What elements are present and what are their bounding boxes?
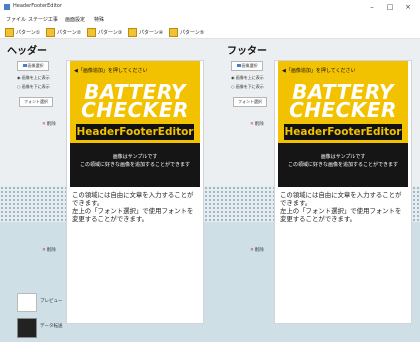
- radio-label: 画像を下に表示: [235, 84, 264, 89]
- pattern-2-button[interactable]: パターン②: [46, 27, 81, 37]
- header-font-select-button[interactable]: フォント選択: [19, 97, 53, 107]
- footer-delete-bottom[interactable]: ✕削除: [250, 247, 264, 253]
- menu-file[interactable]: ファイル: [6, 14, 26, 26]
- header-delete-top[interactable]: ✕削除: [42, 121, 56, 127]
- footer-body-text[interactable]: この領域には自由に文章を入力することができます。 左上の「フォント選択」で使用フ…: [280, 191, 406, 223]
- header-radio-bottom[interactable]: ○ 画像を下に表示: [17, 84, 50, 90]
- header-section-title: ヘッダー: [7, 46, 47, 57]
- delete-icon: ✕: [42, 248, 46, 253]
- pattern-label: パターン①: [16, 29, 41, 36]
- pattern-toolbar: パターン① パターン② パターン③ パターン④ パターン⑤: [0, 26, 420, 39]
- menu-stage[interactable]: ステージ工事: [28, 14, 58, 26]
- radio-label: 画像を上に表示: [235, 75, 264, 80]
- footer-font-select-button[interactable]: フォント選択: [233, 97, 267, 107]
- title-bar: HeaderFooterEditor – □ ×: [0, 0, 420, 14]
- delete-label: 削除: [46, 248, 56, 253]
- image-icon: [22, 64, 27, 67]
- pattern-icon: [46, 27, 55, 37]
- app-name-banner: HeaderFooterEditor: [76, 124, 194, 140]
- preview-button-label[interactable]: プレビュー: [40, 298, 63, 304]
- window-title: HeaderFooterEditor: [13, 3, 62, 9]
- footer-preview: ◀「画像追加」を押してください BATTERY CHECKER HeaderFo…: [274, 60, 412, 324]
- image-icon: [236, 64, 241, 67]
- header-radio-top[interactable]: ◉ 画像を上に表示: [17, 75, 50, 81]
- add-image-hint: ◀「画像追加」を押してください: [74, 68, 148, 74]
- delete-label: 削除: [254, 248, 264, 253]
- pattern-5-button[interactable]: パターン⑤: [169, 27, 204, 37]
- delete-icon: ✕: [42, 122, 46, 127]
- sample-caption-1: 画像はサンプルです: [320, 154, 366, 160]
- close-button[interactable]: ×: [402, 1, 414, 13]
- sample-caption-2: この領域に好きな画像を追加することができます: [79, 162, 190, 168]
- data-transfer-label[interactable]: データ転送: [40, 323, 63, 329]
- pattern-label: パターン④: [139, 29, 164, 36]
- radio-label: 画像を下に表示: [21, 84, 50, 89]
- pattern-4-button[interactable]: パターン④: [128, 27, 163, 37]
- checker-title: CHECKER: [289, 98, 397, 122]
- pattern-icon: [169, 27, 178, 37]
- delete-icon: ✕: [250, 122, 254, 127]
- pattern-icon: [5, 27, 14, 37]
- pattern-label: パターン③: [98, 29, 123, 36]
- delete-label: 削除: [46, 122, 56, 127]
- pattern-icon: [87, 27, 96, 37]
- header-preview: ◀「画像追加」を押してください BATTERY CHECKER HeaderFo…: [66, 60, 204, 324]
- pattern-label: パターン⑤: [180, 29, 205, 36]
- header-image-select-button[interactable]: 画像選択: [17, 61, 49, 71]
- add-image-hint: ◀「画像追加」を押してください: [282, 68, 356, 74]
- checker-title: CHECKER: [81, 98, 189, 122]
- footer-sample-image[interactable]: ◀「画像追加」を押してください BATTERY CHECKER HeaderFo…: [278, 61, 408, 187]
- pattern-3-button[interactable]: パターン③: [87, 27, 122, 37]
- sample-caption-1: 画像はサンプルです: [112, 154, 158, 160]
- preview-thumbnail[interactable]: [17, 293, 37, 312]
- app-icon: [4, 4, 10, 10]
- menu-special[interactable]: 特殊: [94, 14, 104, 26]
- footer-delete-top[interactable]: ✕削除: [250, 121, 264, 127]
- radio-label: 画像を上に表示: [21, 75, 50, 80]
- minimize-button[interactable]: –: [366, 1, 378, 13]
- delete-icon: ✕: [250, 248, 254, 253]
- header-delete-bottom[interactable]: ✕削除: [42, 247, 56, 253]
- delete-label: 削除: [254, 122, 264, 127]
- footer-radio-top[interactable]: ◉ 画像を上に表示: [231, 75, 264, 81]
- button-label: 画像選択: [27, 63, 44, 68]
- header-body-text[interactable]: この領域には自由に文章を入力することができます。 左上の「フォント選択」で使用フ…: [72, 191, 198, 223]
- maximize-button[interactable]: □: [384, 1, 396, 13]
- app-name-banner: HeaderFooterEditor: [284, 124, 402, 140]
- footer-radio-bottom[interactable]: ○ 画像を下に表示: [231, 84, 264, 90]
- sample-caption-2: この領域に好きな画像を追加することができます: [287, 162, 398, 168]
- pattern-icon: [128, 27, 137, 37]
- pattern-label: パターン②: [57, 29, 82, 36]
- button-label: 画像選択: [241, 63, 258, 68]
- menu-bar: ファイル ステージ工事 画面設定 特殊: [0, 14, 420, 26]
- data-transfer-icon[interactable]: [17, 318, 37, 338]
- footer-section-title: フッター: [227, 46, 267, 57]
- footer-image-select-button[interactable]: 画像選択: [231, 61, 263, 71]
- menu-display[interactable]: 画面設定: [65, 14, 85, 26]
- header-sample-image[interactable]: ◀「画像追加」を押してください BATTERY CHECKER HeaderFo…: [70, 61, 200, 187]
- pattern-1-button[interactable]: パターン①: [5, 27, 40, 37]
